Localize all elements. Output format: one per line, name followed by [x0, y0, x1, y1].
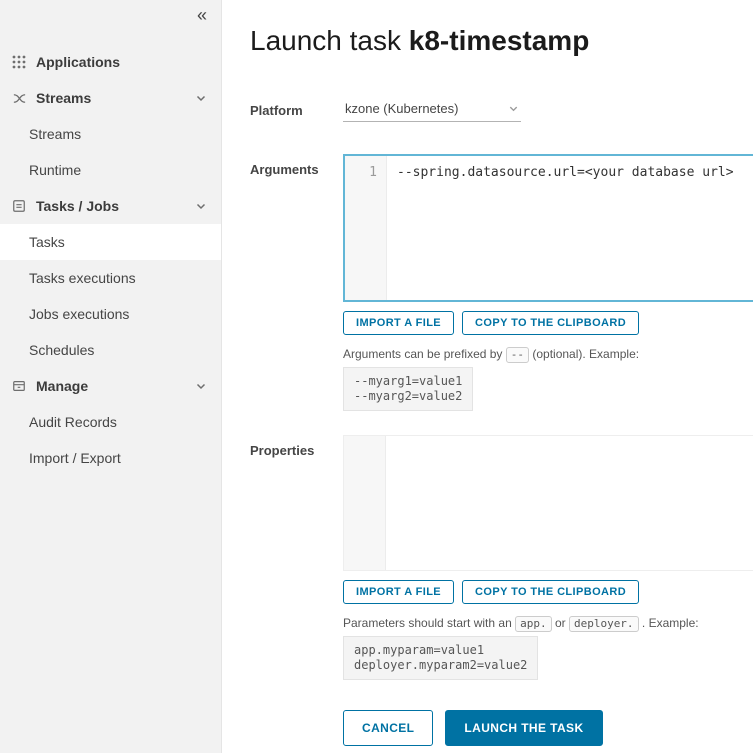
chevron-down-icon [195, 92, 207, 104]
properties-example-block: app.myparam=value1 deployer.myparam2=val… [343, 636, 539, 680]
properties-help-middle: or [554, 616, 566, 630]
sidebar-section-label: Applications [36, 54, 121, 70]
properties-editor-gutter [344, 436, 386, 570]
properties-help-text: Parameters should start with an app. or … [343, 616, 753, 632]
arguments-help-suffix: (optional). Example: [532, 347, 640, 361]
sidebar-nav: Applications Streams Streams Runtime Tas… [0, 44, 221, 476]
sidebar-item-applications[interactable]: Applications [0, 44, 221, 80]
sidebar-section-label: Tasks / Jobs [36, 198, 120, 214]
page-title-prefix: Launch task [250, 25, 401, 56]
properties-code [386, 436, 753, 570]
arguments-editor-gutter: 1 [345, 156, 387, 300]
sidebar-section-label: Streams [36, 90, 92, 106]
platform-select[interactable]: kzone (Kubernetes) [343, 100, 521, 122]
arguments-editor[interactable]: 1 --spring.datasource.url=<your database… [343, 154, 753, 302]
properties-copy-clipboard-button[interactable]: COPY TO THE CLIPBOARD [462, 580, 640, 604]
app-prefix-chip: app. [515, 616, 552, 632]
streams-icon [11, 90, 27, 106]
line-number: 1 [369, 165, 377, 180]
sidebar-item-audit-records[interactable]: Audit Records [0, 404, 221, 440]
sidebar-top-bar: « [0, 0, 221, 30]
arguments-code: --spring.datasource.url=<your database u… [397, 165, 734, 180]
arguments-help-prefix: Arguments can be prefixed by [343, 347, 503, 361]
properties-help-prefix: Parameters should start with an [343, 616, 512, 630]
sidebar-item-tasks-executions[interactable]: Tasks executions [0, 260, 221, 296]
arguments-prefix-chip: -- [505, 347, 530, 363]
sidebar: « Applications Streams Streams Runtime T… [0, 0, 222, 753]
launch-task-button[interactable]: LAUNCH THE TASK [445, 710, 603, 746]
collapse-sidebar-icon[interactable]: « [197, 6, 207, 24]
arguments-label: Arguments [250, 162, 319, 177]
chevron-down-icon [195, 200, 207, 212]
arguments-import-file-button[interactable]: IMPORT A FILE [343, 311, 455, 335]
chevron-down-icon [195, 380, 207, 392]
arguments-example-block: --myarg1=value1 --myarg2=value2 [343, 367, 474, 411]
sidebar-section-manage[interactable]: Manage [0, 368, 221, 404]
page-title: Launch task k8-timestamp [250, 24, 753, 58]
properties-editor[interactable] [343, 435, 753, 571]
sidebar-item-tasks[interactable]: Tasks [0, 224, 221, 260]
platform-label: Platform [250, 103, 303, 118]
cancel-button[interactable]: CANCEL [343, 710, 434, 746]
sidebar-section-tasks-jobs[interactable]: Tasks / Jobs [0, 188, 221, 224]
properties-label: Properties [250, 443, 315, 458]
deployer-prefix-chip: deployer. [568, 616, 639, 632]
properties-help-suffix: . Example: [641, 616, 699, 630]
sidebar-item-schedules[interactable]: Schedules [0, 332, 221, 368]
sidebar-item-streams[interactable]: Streams [0, 116, 221, 152]
sidebar-section-streams[interactable]: Streams [0, 80, 221, 116]
task-name: k8-timestamp [408, 25, 590, 56]
select-caret-icon [508, 103, 519, 114]
manage-icon [11, 378, 27, 394]
arguments-help-text: Arguments can be prefixed by -- (optiona… [343, 347, 753, 363]
sidebar-item-runtime[interactable]: Runtime [0, 152, 221, 188]
properties-import-file-button[interactable]: IMPORT A FILE [343, 580, 455, 604]
sidebar-section-label: Manage [36, 378, 89, 394]
tasks-jobs-icon [11, 198, 27, 214]
platform-select-value: kzone (Kubernetes) [345, 101, 459, 116]
sidebar-item-import-export[interactable]: Import / Export [0, 440, 221, 476]
arguments-copy-clipboard-button[interactable]: COPY TO THE CLIPBOARD [462, 311, 640, 335]
sidebar-item-jobs-executions[interactable]: Jobs executions [0, 296, 221, 332]
applications-grid-icon [11, 54, 27, 70]
main-content: Launch task k8-timestamp Platform kzone … [222, 0, 753, 753]
